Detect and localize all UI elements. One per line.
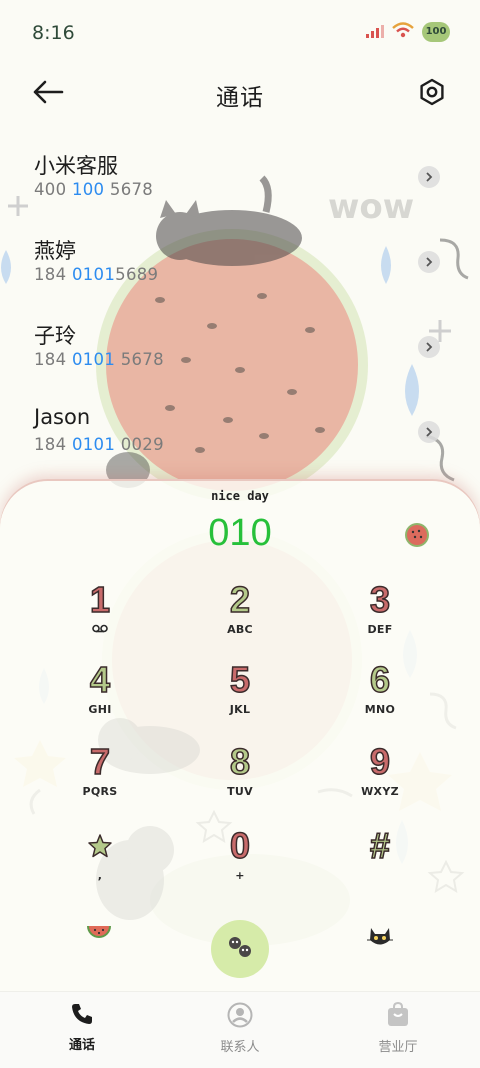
- detail-button[interactable]: [418, 336, 440, 358]
- nav-item-contacts[interactable]: 联系人: [180, 1002, 300, 1055]
- contact-name: 子玲: [34, 324, 76, 348]
- key-hash[interactable]: #: [310, 824, 450, 902]
- status-icons: 100: [366, 22, 450, 42]
- contact-name: 燕婷: [34, 239, 76, 263]
- call-item[interactable]: 小米客服 400 100 5678: [0, 136, 480, 221]
- call-button[interactable]: [211, 920, 269, 978]
- contact-number: 184 0101 0029: [34, 435, 164, 454]
- status-time: 8:16: [32, 22, 75, 44]
- chevron-right-icon: [426, 172, 433, 182]
- key-8[interactable]: 8 TUV: [170, 740, 310, 818]
- contact-number: 400 100 5678: [34, 180, 154, 199]
- key-9[interactable]: 9 WXYZ: [310, 740, 450, 818]
- key-letters: GHI: [88, 703, 112, 716]
- key-digit: 8: [229, 741, 251, 783]
- call-item[interactable]: Jason 184 0101 0029: [0, 391, 480, 476]
- contact-icon: [227, 1002, 253, 1032]
- watermelon-theme-icon: [405, 523, 429, 547]
- key-digit: 7: [89, 741, 111, 783]
- settings-gear-icon: [418, 78, 446, 110]
- settings-button[interactable]: [414, 76, 450, 112]
- call-button-icon: [225, 935, 255, 963]
- shopping-bag-icon: [386, 1001, 410, 1032]
- key-7[interactable]: 7 PQRS: [30, 740, 170, 818]
- theme-button[interactable]: [404, 522, 430, 548]
- cat-menu-icon[interactable]: [366, 922, 394, 954]
- call-item[interactable]: 子玲 184 0101 5678: [0, 306, 480, 391]
- contact-name: Jason: [34, 405, 91, 429]
- detail-button[interactable]: [418, 166, 440, 188]
- key-digit: 9: [369, 741, 391, 783]
- key-letters: ABC: [227, 623, 253, 636]
- key-2[interactable]: 2 ABC: [170, 578, 310, 656]
- key-digit: 4: [89, 659, 111, 701]
- cellular-signal-icon: [366, 23, 384, 42]
- call-item[interactable]: 燕婷 184 01015689: [0, 221, 480, 306]
- key-letters: ,: [97, 869, 103, 882]
- key-0[interactable]: 0 +: [170, 824, 310, 902]
- key-digit: #: [369, 825, 391, 867]
- key-digit: 5: [229, 659, 251, 701]
- key-6[interactable]: 6 MNO: [310, 658, 450, 736]
- bottom-navigation: 通话 联系人 营业厅: [0, 991, 480, 1068]
- key-star[interactable]: ,: [30, 824, 170, 902]
- contact-number: 184 01015689: [34, 265, 159, 284]
- key-4[interactable]: 4 GHI: [30, 658, 170, 736]
- key-digit: 3: [369, 579, 391, 621]
- key-letters: WXYZ: [361, 785, 399, 798]
- key-letters: DEF: [367, 623, 393, 636]
- key-letters: MNO: [364, 703, 396, 716]
- key-letters: JKL: [229, 703, 251, 716]
- chevron-right-icon: [426, 427, 433, 437]
- chevron-right-icon: [426, 342, 433, 352]
- star-icon: [30, 826, 170, 866]
- key-digit: 1: [89, 579, 111, 621]
- voicemail-icon: [30, 623, 170, 636]
- key-3[interactable]: 3 DEF: [310, 578, 450, 656]
- page-title: 通话: [216, 85, 264, 111]
- nav-item-calls[interactable]: 通话: [22, 1002, 142, 1053]
- key-digit: 0: [229, 825, 251, 867]
- watermelon-slice-icon[interactable]: [86, 924, 112, 950]
- key-letters: PQRS: [82, 785, 118, 798]
- phone-icon: [70, 1004, 94, 1030]
- nav-label: 营业厅: [378, 1040, 418, 1055]
- nav-item-service-hall[interactable]: 营业厅: [338, 1001, 458, 1055]
- key-1[interactable]: 1: [30, 578, 170, 656]
- detail-button[interactable]: [418, 251, 440, 273]
- dialer-actions: [0, 918, 480, 984]
- key-letters: +: [235, 869, 245, 882]
- dialpad-caption: nice day: [211, 489, 269, 503]
- detail-button[interactable]: [418, 421, 440, 443]
- call-list: 小米客服 400 100 5678 燕婷 184 01015689 子玲 184…: [0, 136, 480, 476]
- nav-label: 联系人: [220, 1040, 260, 1055]
- battery-indicator: 100: [422, 22, 450, 42]
- chevron-right-icon: [426, 257, 433, 267]
- key-5[interactable]: 5 JKL: [170, 658, 310, 736]
- key-digit: 6: [369, 659, 391, 701]
- key-letters: TUV: [227, 785, 253, 798]
- wifi-icon: [392, 22, 414, 42]
- contact-name: 小米客服: [34, 154, 118, 178]
- contact-number: 184 0101 5678: [34, 350, 164, 369]
- header: 通话: [0, 66, 480, 122]
- status-bar: 8:16 100: [0, 0, 480, 66]
- key-digit: 2: [229, 579, 251, 621]
- nav-label: 通话: [68, 1038, 95, 1053]
- dialpad-sheet: [0, 481, 480, 991]
